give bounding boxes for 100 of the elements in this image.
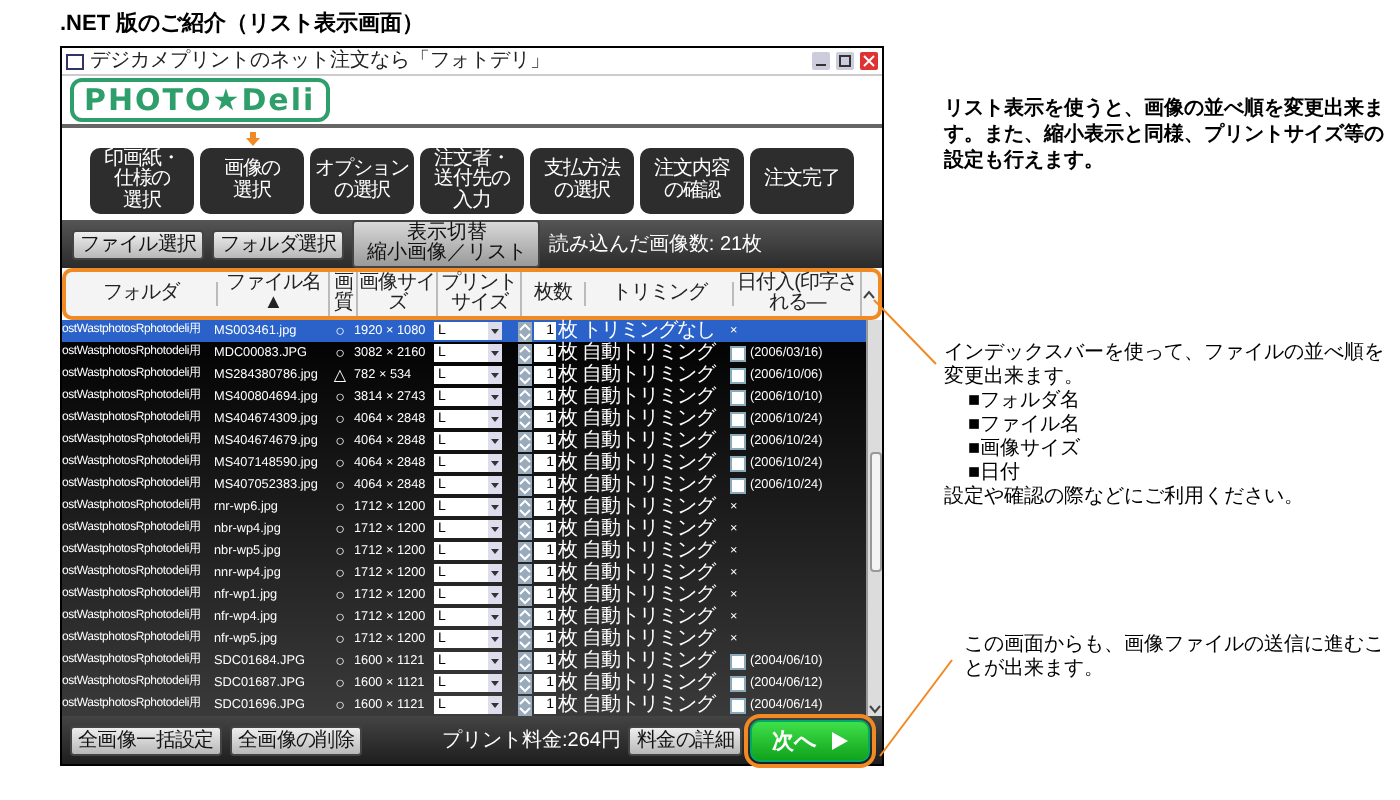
footer-button[interactable]: 全画像の削除 [229, 725, 363, 755]
trimming-label: 自動トリミング [582, 518, 718, 540]
toolbar-button[interactable]: フォルダ選択 [212, 229, 345, 259]
spinner-icon[interactable] [518, 607, 532, 627]
dropdown-icon [488, 542, 502, 560]
note-paragraph: この画面からも、画像ファイルの送信に進むことが出来ます。 [964, 634, 1384, 682]
unit-label: 枚 [558, 650, 578, 672]
trimming-label: 自動トリミング [582, 496, 718, 518]
unit-label: 枚 [558, 518, 578, 540]
spinner-icon[interactable] [518, 629, 532, 649]
note-paragraph: 設定や確認の際などにご利用ください。 [944, 486, 1306, 510]
spinner-icon[interactable] [518, 343, 532, 363]
quality-mark: ○ [333, 518, 347, 540]
spinner-icon[interactable] [518, 541, 532, 561]
scroll-down-icon[interactable] [868, 702, 882, 716]
note-paragraph: インデックスバーを使って、ファイルの並べ順を変更出来ます。 [944, 342, 1384, 390]
date-checkbox[interactable] [730, 411, 746, 427]
trimming-label: 自動トリミング [582, 606, 718, 628]
maximize-icon[interactable] [836, 52, 854, 70]
spinner-icon[interactable] [518, 695, 532, 715]
unit-label: 枚 [558, 386, 578, 408]
date-checkbox[interactable] [730, 675, 746, 691]
window-title: デジカメプリントのネット注文なら「フォトデリ」 [90, 49, 552, 73]
list-item: ■画像サイズ [968, 438, 1083, 462]
date-checkbox[interactable] [730, 389, 746, 405]
trimming-label: 自動トリミング [582, 386, 718, 408]
spinner-icon[interactable] [518, 365, 532, 385]
spinner-icon[interactable] [518, 651, 532, 671]
price-detail-button[interactable]: 料金の詳細 [628, 725, 742, 755]
column-header[interactable]: フォルダ [66, 282, 218, 306]
dropdown-icon [488, 366, 502, 384]
date-checkbox[interactable] [730, 477, 746, 493]
quality-mark: ○ [333, 540, 347, 562]
date-checkbox[interactable] [730, 433, 746, 449]
toolbar-button[interactable]: ファイル選択 [72, 229, 205, 259]
trimming-label: 自動トリミング [582, 540, 718, 562]
dropdown-icon [488, 608, 502, 626]
dropdown-icon [488, 476, 502, 494]
quality-mark: ○ [333, 496, 347, 518]
footer-button[interactable]: 全画像一括設定 [70, 725, 222, 755]
dropdown-icon [488, 432, 502, 450]
quality-mark: ○ [333, 562, 347, 584]
date-checkbox[interactable] [730, 367, 746, 383]
print-price: プリント料金:264円 [442, 727, 621, 754]
date-checkbox[interactable] [730, 455, 746, 471]
spinner-icon[interactable] [518, 409, 532, 429]
column-header[interactable]: 画像サイズ [358, 272, 438, 316]
date-checkbox[interactable] [730, 697, 746, 713]
trimming-label: 自動トリミング [582, 628, 718, 650]
trimming-label: 自動トリミング [582, 474, 718, 496]
trimming-label: トリミングなし [582, 320, 717, 342]
quality-mark: ○ [333, 650, 347, 672]
spinner-icon[interactable] [518, 563, 532, 583]
quality-mark: △ [331, 364, 349, 386]
unit-label: 枚 [558, 496, 578, 518]
spinner-icon[interactable] [518, 475, 532, 495]
column-header[interactable]: ファイル名 ▲ [218, 272, 330, 316]
dropdown-icon [488, 454, 502, 472]
unit-label: 枚 [558, 320, 578, 342]
dropdown-icon [488, 586, 502, 604]
unit-label: 枚 [558, 584, 578, 606]
spinner-icon[interactable] [518, 387, 532, 407]
spinner-icon[interactable] [518, 673, 532, 693]
minimize-icon[interactable] [812, 52, 830, 70]
unit-label: 枚 [558, 342, 578, 364]
view-toggle-button[interactable]: 表示切替 縮小画像／リスト [352, 220, 541, 268]
note-paragraph: リスト表示を使うと、画像の並べ順を変更出来ます。また、縮小表示と同様、プリントサイズ等の設定も行えます。 [944, 96, 1384, 174]
quality-mark: ○ [333, 342, 347, 364]
leader-line [879, 659, 953, 757]
dropdown-icon [488, 696, 502, 714]
logo: PHOTO★Deli [70, 78, 330, 122]
trimming-label: 自動トリミング [582, 584, 718, 606]
unit-label: 枚 [558, 408, 578, 430]
spinner-icon[interactable] [518, 519, 532, 539]
trimming-label: 自動トリミング [582, 408, 718, 430]
dropdown-icon [488, 520, 502, 538]
dropdown-icon [488, 652, 502, 670]
column-header[interactable]: 画質 [330, 272, 358, 316]
date-checkbox[interactable] [730, 653, 746, 669]
dropdown-icon [488, 498, 502, 516]
trimming-label: 自動トリミング [582, 650, 718, 672]
scroll-up-icon[interactable] [862, 287, 876, 301]
spinner-icon[interactable] [518, 431, 532, 451]
spinner-icon[interactable] [518, 497, 532, 517]
column-header[interactable]: トリミング [586, 282, 734, 306]
column-header[interactable]: 枚数 [522, 282, 586, 306]
column-header[interactable]: プリントサイズ [438, 272, 522, 316]
close-icon[interactable] [860, 52, 878, 70]
date-checkbox[interactable] [730, 345, 746, 361]
quality-mark: ○ [333, 584, 347, 606]
trimming-label: 自動トリミング [582, 562, 718, 584]
trimming-label: 自動トリミング [582, 452, 718, 474]
quality-mark: ○ [333, 386, 347, 408]
dropdown-icon [488, 410, 502, 428]
spinner-icon[interactable] [518, 453, 532, 473]
column-header[interactable]: 日付入(印字される— [734, 272, 862, 316]
spinner-icon[interactable] [518, 585, 532, 605]
list-item: ■フォルダ名 [968, 390, 1083, 414]
list-item: ■日付 [968, 462, 1023, 485]
unit-label: 枚 [558, 628, 578, 650]
